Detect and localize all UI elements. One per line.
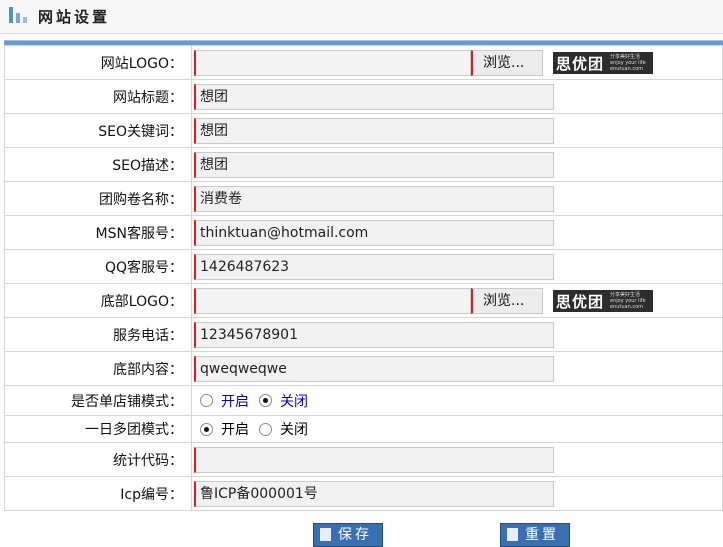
field-label: 是否单店铺模式： xyxy=(4,385,192,416)
logo-tagline: 分享美好生活 enjoy your life enutuan.com xyxy=(610,54,646,72)
reset-icon xyxy=(507,528,518,541)
form-row: 网站LOGO： 浏览... 思优团 分享美好生活 enjoy your life enut… xyxy=(4,45,723,80)
logo-preview: 思优团 分享美好生活 enjoy your life enutuan.com xyxy=(553,51,653,74)
form-row: 一日多团模式： 开启 关闭 xyxy=(4,415,723,443)
text-input[interactable]: thinktuan@hotmail.com xyxy=(194,219,554,246)
form-row: 团购卷名称： 消费卷 xyxy=(4,181,723,216)
page-title: 网站设置 xyxy=(38,8,111,26)
field-cell: 开启 关闭 xyxy=(191,385,723,416)
text-input[interactable]: qweqweqwe xyxy=(194,355,554,382)
file-path-input[interactable] xyxy=(194,49,471,76)
save-icon xyxy=(320,528,331,541)
text-input[interactable]: 想团 xyxy=(194,83,554,110)
field-label: QQ客服号： xyxy=(4,249,192,284)
radio-label[interactable]: 开启 xyxy=(221,419,249,439)
form-row: SEO描述： 想团 xyxy=(4,147,723,182)
field-cell: thinktuan@hotmail.com xyxy=(191,215,723,250)
field-cell: 想团 xyxy=(191,79,723,114)
text-input[interactable]: 想团 xyxy=(194,151,554,178)
form-row: SEO关键词： 想团 xyxy=(4,113,723,148)
form-row: 网站标题： 想团 xyxy=(4,79,723,114)
field-cell: 浏览... 思优团 分享美好生活 enjoy your life enutuan.com xyxy=(191,45,723,80)
radio-label[interactable]: 关闭 xyxy=(280,391,308,411)
text-input[interactable]: 消费卷 xyxy=(194,185,554,212)
logo-text: 思优团 xyxy=(556,54,605,73)
field-label: 网站标题： xyxy=(4,79,192,114)
field-label: SEO关键词： xyxy=(4,113,192,148)
text-input[interactable]: 12345678901 xyxy=(194,321,554,348)
logo-tagline: 分享美好生活 enjoy your life enutuan.com xyxy=(610,292,646,310)
form-row: 统计代码： xyxy=(4,442,723,477)
logo-tagline-3: enutuan.com xyxy=(610,65,644,72)
form-row: MSN客服号： thinktuan@hotmail.com xyxy=(4,215,723,250)
field-label: 底部LOGO： xyxy=(4,283,192,318)
radio-label[interactable]: 关闭 xyxy=(280,419,308,439)
bar-chart-icon xyxy=(9,7,27,23)
text-input[interactable] xyxy=(194,446,554,473)
field-cell: 想团 xyxy=(191,147,723,182)
field-label: MSN客服号： xyxy=(4,215,192,250)
reset-button-label: 重置 xyxy=(525,527,559,543)
page-header: 网站设置 xyxy=(0,0,723,34)
logo-preview: 思优团 分享美好生活 enjoy your life enutuan.com xyxy=(553,289,653,312)
radio-button[interactable] xyxy=(259,394,272,407)
field-label: 服务电话： xyxy=(4,317,192,352)
field-cell: 鲁ICP备000001号 xyxy=(191,476,723,511)
form-row: 底部LOGO： 浏览... 思优团 分享美好生活 enjoy your life enut… xyxy=(4,283,723,318)
field-cell xyxy=(191,442,723,477)
browse-button[interactable]: 浏览... xyxy=(471,287,543,314)
settings-form: 网站LOGO： 浏览... 思优团 分享美好生活 enjoy your life enut… xyxy=(4,45,723,511)
field-label: 网站LOGO： xyxy=(4,45,192,80)
form-row: 底部内容： qweqweqwe xyxy=(4,351,723,386)
form-row: 服务电话： 12345678901 xyxy=(4,317,723,352)
field-cell: 1426487623 xyxy=(191,249,723,284)
logo-tagline-3: enutuan.com xyxy=(610,303,644,310)
field-label: SEO描述： xyxy=(4,147,192,182)
form-row: Icp编号： 鲁ICP备000001号 xyxy=(4,476,723,511)
field-label: 团购卷名称： xyxy=(4,181,192,216)
field-cell: 12345678901 xyxy=(191,317,723,352)
field-label: 统计代码： xyxy=(4,442,192,477)
field-cell: qweqweqwe xyxy=(191,351,723,386)
field-label: 一日多团模式： xyxy=(4,415,192,443)
field-label: 底部内容： xyxy=(4,351,192,386)
file-path-input[interactable] xyxy=(194,287,471,314)
radio-label[interactable]: 开启 xyxy=(221,391,249,411)
radio-button[interactable] xyxy=(200,422,213,436)
form-row: 是否单店铺模式： 开启 关闭 xyxy=(4,385,723,416)
save-button-label: 保存 xyxy=(338,527,372,543)
logo-text: 思优团 xyxy=(556,292,605,311)
field-label: Icp编号： xyxy=(4,476,192,511)
text-input[interactable]: 想团 xyxy=(194,117,554,144)
text-input[interactable]: 1426487623 xyxy=(194,253,554,280)
reset-button[interactable]: 重置 xyxy=(500,523,570,547)
form-row: QQ客服号： 1426487623 xyxy=(4,249,723,284)
field-cell: 想团 xyxy=(191,113,723,148)
radio-button[interactable] xyxy=(259,422,272,436)
browse-button[interactable]: 浏览... xyxy=(471,49,543,76)
field-cell: 浏览... 思优团 分享美好生活 enjoy your life enutuan.com xyxy=(191,283,723,318)
save-button[interactable]: 保存 xyxy=(313,523,383,547)
radio-button[interactable] xyxy=(200,394,213,407)
field-cell: 开启 关闭 xyxy=(191,415,723,443)
field-cell: 消费卷 xyxy=(191,181,723,216)
text-input[interactable]: 鲁ICP备000001号 xyxy=(194,480,554,507)
